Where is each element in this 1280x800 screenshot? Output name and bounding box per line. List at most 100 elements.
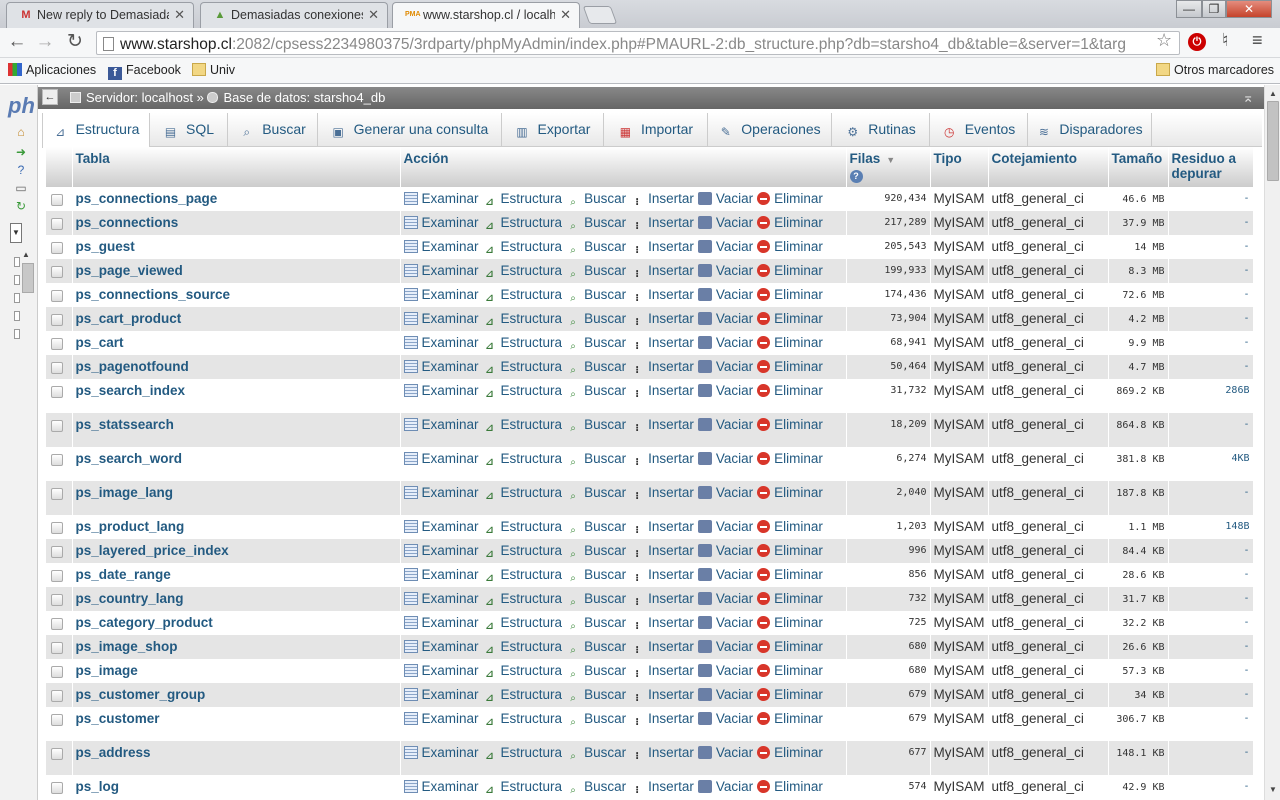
row-overhead[interactable]: - [1168,775,1254,799]
insert-action[interactable]: ⁝ Insertar [630,615,694,632]
insert-action[interactable]: ⁝ Insertar [630,687,694,704]
page-scrollbar[interactable]: ▲ ▼ [1264,85,1280,800]
browser-tab-forum[interactable]: ▲ Demasiadas conexiones re ✕ [200,2,388,28]
structure-action[interactable]: ⊿ Estructura [483,687,562,704]
help-icon[interactable]: ? [13,163,29,177]
row-size[interactable]: 8.3 MB [1108,259,1169,283]
browse-action[interactable]: Examinar [403,417,479,432]
search-action[interactable]: ⌕ Buscar [566,711,626,728]
table-name-link[interactable]: ps_customer [72,707,401,741]
empty-action[interactable]: Vaciar [697,567,753,582]
bookmark-univ[interactable]: Univ [192,63,235,77]
drop-action[interactable]: Eliminar [757,663,823,678]
search-action[interactable]: ⌕ Buscar [566,215,626,232]
row-size[interactable]: 72.6 MB [1108,283,1169,307]
structure-action[interactable]: ⊿ Estructura [483,417,562,434]
scrollbar-thumb[interactable] [1267,101,1279,181]
tab-export[interactable]: ▥ Exportar [502,113,604,147]
browse-action[interactable]: Examinar [403,451,479,466]
close-icon[interactable]: ✕ [368,7,379,23]
row-overhead[interactable]: - [1168,587,1254,611]
row-overhead[interactable]: - [1168,355,1254,379]
empty-action[interactable]: Vaciar [697,779,753,794]
row-size[interactable]: 9.9 MB [1108,331,1169,355]
empty-action[interactable]: Vaciar [697,311,753,326]
collapse-icon[interactable]: ⌅ [1242,89,1254,106]
row-size[interactable]: 84.4 KB [1108,539,1169,563]
structure-action[interactable]: ⊿ Estructura [483,485,562,502]
insert-action[interactable]: ⁝ Insertar [630,745,694,762]
row-size[interactable]: 1.1 MB [1108,515,1169,539]
table-name-link[interactable]: ps_layered_price_index [72,539,401,563]
drop-action[interactable]: Eliminar [757,287,823,302]
insert-action[interactable]: ⁝ Insertar [630,567,694,584]
empty-action[interactable]: Vaciar [697,687,753,702]
empty-action[interactable]: Vaciar [697,615,753,630]
scroll-up-icon[interactable]: ▲ [1269,89,1277,98]
insert-action[interactable]: ⁝ Insertar [630,485,694,502]
tab-query[interactable]: ▣ Generar una consulta [318,113,502,147]
structure-action[interactable]: ⊿ Estructura [483,745,562,762]
browse-action[interactable]: Examinar [403,191,479,206]
row-overhead[interactable]: 286B [1168,379,1254,413]
insert-action[interactable]: ⁝ Insertar [630,639,694,656]
tab-structure[interactable]: ⊿ Estructura [42,113,150,148]
structure-action[interactable]: ⊿ Estructura [483,451,562,468]
row-size[interactable]: 148.1 KB [1108,741,1169,775]
search-action[interactable]: ⌕ Buscar [566,451,626,468]
row-overhead[interactable]: 4KB [1168,447,1254,481]
row-checkbox[interactable] [51,642,63,654]
row-overhead[interactable]: 148B [1168,515,1254,539]
table-name-link[interactable]: ps_cart_product [72,307,401,331]
table-name-link[interactable]: ps_cart [72,331,401,355]
row-overhead[interactable]: - [1168,741,1254,775]
tab-triggers[interactable]: ≋ Disparadores [1028,113,1152,147]
search-action[interactable]: ⌕ Buscar [566,485,626,502]
row-size[interactable]: 4.2 MB [1108,307,1169,331]
search-action[interactable]: ⌕ Buscar [566,417,626,434]
row-checkbox[interactable] [51,266,63,278]
table-name-link[interactable]: ps_customer_group [72,683,401,707]
empty-action[interactable]: Vaciar [697,745,753,760]
insert-action[interactable]: ⁝ Insertar [630,543,694,560]
structure-action[interactable]: ⊿ Estructura [483,711,562,728]
browse-action[interactable]: Examinar [403,359,479,374]
drop-action[interactable]: Eliminar [757,263,823,278]
browse-action[interactable]: Examinar [403,263,479,278]
window-maximize-button[interactable]: ❐ [1202,0,1226,18]
row-checkbox[interactable] [51,714,63,726]
drop-action[interactable]: Eliminar [757,191,823,206]
tab-sql[interactable]: ▤ SQL [150,113,228,147]
row-overhead[interactable]: - [1168,539,1254,563]
structure-action[interactable]: ⊿ Estructura [483,663,562,680]
home-icon[interactable]: ⌂ [13,125,29,139]
extension-icon[interactable]: ♮ [1222,30,1228,51]
search-action[interactable]: ⌕ Buscar [566,687,626,704]
forward-arrow-icon[interactable]: → [34,32,56,54]
header-type[interactable]: Tipo [930,147,989,187]
table-name-link[interactable]: ps_page_viewed [72,259,401,283]
drop-action[interactable]: Eliminar [757,591,823,606]
insert-action[interactable]: ⁝ Insertar [630,335,694,352]
drop-action[interactable]: Eliminar [757,239,823,254]
row-checkbox[interactable] [51,194,63,206]
row-size[interactable]: 869.2 KB [1108,379,1169,413]
empty-action[interactable]: Vaciar [697,519,753,534]
reload-icon[interactable]: ↻ [64,32,86,54]
row-size[interactable]: 381.8 KB [1108,447,1169,481]
drop-action[interactable]: Eliminar [757,335,823,350]
empty-action[interactable]: Vaciar [697,215,753,230]
insert-action[interactable]: ⁝ Insertar [630,287,694,304]
table-name-link[interactable]: ps_pagenotfound [72,355,401,379]
bookmark-facebook[interactable]: f Facebook [108,63,181,80]
row-checkbox[interactable] [51,570,63,582]
structure-action[interactable]: ⊿ Estructura [483,311,562,328]
empty-action[interactable]: Vaciar [697,451,753,466]
search-action[interactable]: ⌕ Buscar [566,335,626,352]
drop-action[interactable]: Eliminar [757,543,823,558]
structure-action[interactable]: ⊿ Estructura [483,779,562,796]
table-name-link[interactable]: ps_connections_page [72,187,401,211]
search-action[interactable]: ⌕ Buscar [566,615,626,632]
table-name-link[interactable]: ps_log [72,775,401,799]
row-overhead[interactable]: - [1168,413,1254,447]
